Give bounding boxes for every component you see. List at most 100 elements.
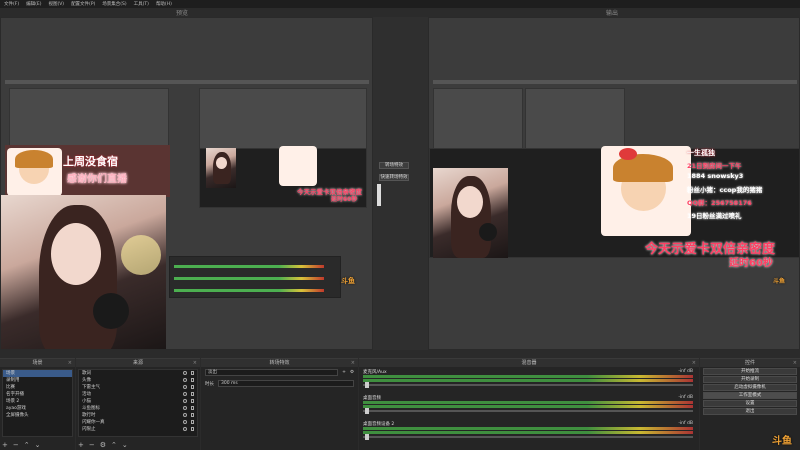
source-item[interactable]: 小猫 (79, 398, 197, 405)
track-db: -inf dB (678, 395, 693, 400)
mixer-track: 桌面音频 -inf dB (363, 395, 693, 414)
sources-title: 来源 (132, 360, 143, 366)
dock-close-icon[interactable]: × (68, 359, 72, 367)
nested-preview (9, 88, 169, 150)
quick-transition-button[interactable]: 快速转场特效 (379, 174, 409, 181)
sources-list: 歌词 头像 下雷主气 活动 小猫 斗鱼图标 歌行时 闪耀你一真 闪限止 (78, 369, 198, 437)
transition-button[interactable]: 转场特效 (379, 162, 409, 169)
add-icon[interactable]: + (2, 441, 8, 449)
remove-icon[interactable]: − (13, 441, 19, 449)
nested-block-a (433, 88, 523, 150)
mixer-track: 麦克风/Aux -inf dB (363, 369, 693, 388)
dock-close-icon[interactable]: × (351, 359, 355, 367)
anime-sticker-left (7, 148, 62, 196)
scene-item[interactable]: 场景 (3, 370, 72, 377)
visibility-icon (183, 378, 187, 382)
menu-view[interactable]: 视图(V) (48, 1, 64, 7)
program-cam (433, 168, 508, 258)
banner-text-2: 感谢你们直播 (67, 174, 127, 185)
track-db: -inf dB (678, 369, 693, 374)
volume-slider[interactable] (363, 434, 693, 440)
sources-dock: 来源 × 歌词 头像 下雷主气 活动 小猫 斗鱼图标 歌行时 闪耀你一真 闪限止 … (76, 358, 200, 450)
source-item[interactable]: 闪耀你一真 (79, 419, 197, 426)
transition-type-select[interactable]: 淡出 (205, 369, 339, 376)
nested-sticker (279, 146, 317, 186)
virtual-camera-button[interactable]: 启动虚拟摄像机 (703, 384, 797, 391)
move-down-icon[interactable]: ⌄ (122, 441, 128, 449)
scenes-list: 场景 录制用 比赛 名字开播 场景 2 ayao游戏 全屏摄像头 (2, 369, 73, 437)
webcam-feed (1, 195, 166, 349)
gear-icon[interactable]: ⚙ (350, 370, 354, 375)
source-item[interactable]: 斗鱼图标 (79, 405, 197, 412)
studio-mode-button[interactable]: 工作室模式 (703, 392, 797, 399)
source-item[interactable]: 活动 (79, 391, 197, 398)
side-text-2: 21日到房间一下午 (687, 162, 742, 170)
dock-close-icon[interactable]: × (692, 359, 696, 367)
visibility-icon (183, 392, 187, 396)
volume-slider[interactable] (363, 382, 693, 388)
preview-title: 预览 (176, 10, 189, 17)
source-item[interactable]: 歌行时 (79, 412, 197, 419)
program-pane: 一生孤独 21日到房间一下午 1884 snowsky3 粉丝小猪：ccop我的… (428, 17, 800, 350)
start-streaming-button[interactable]: 开始推流 (703, 368, 797, 375)
mixer-track: 桌面音频设备 2 -inf dB (363, 421, 693, 440)
t-bar-slider[interactable] (377, 184, 381, 206)
lock-icon (191, 427, 194, 431)
douyu-watermark-preview: 斗鱼 (341, 277, 355, 285)
source-item[interactable]: 头像 (79, 377, 197, 384)
duration-label: 时长 (205, 381, 214, 387)
remove-icon[interactable]: − (89, 441, 95, 449)
lock-icon (191, 399, 194, 403)
move-up-icon[interactable]: ⌃ (24, 441, 30, 449)
nested-block-b (525, 88, 625, 150)
preview-pane[interactable]: 上周没食宿 感谢你们直播 今天示爱卡双倍亲密度 延时60秒 斗鱼 (0, 17, 373, 350)
visibility-icon (183, 427, 187, 431)
program-pink-line-2: 延时60秒 (729, 258, 773, 269)
source-item[interactable]: 歌词 (79, 370, 197, 377)
transitions-title: 转场特效 (269, 360, 290, 366)
menu-scene-collection[interactable]: 场景集合(S) (102, 1, 126, 7)
controls-title: 控件 (744, 360, 755, 366)
exit-button[interactable]: 退出 (703, 408, 797, 415)
menu-help[interactable]: 帮助(H) (156, 1, 172, 7)
scene-item[interactable]: 场景 2 (3, 398, 72, 405)
scene-item[interactable]: 录制用 (3, 377, 72, 384)
lock-icon (191, 413, 194, 417)
lock-icon (191, 378, 194, 382)
start-recording-button[interactable]: 开始录制 (703, 376, 797, 383)
source-item[interactable]: 下雷主气 (79, 384, 197, 391)
menu-tools[interactable]: 工具(T) (134, 1, 149, 7)
nested-toolbar (5, 80, 369, 84)
nested-meters (169, 256, 341, 298)
nested-pink-line-2: 延时60秒 (331, 196, 358, 203)
settings-icon[interactable]: ⚙ (100, 441, 106, 449)
scene-item[interactable]: 名字开播 (3, 391, 72, 398)
scene-item[interactable]: 比赛 (3, 384, 72, 391)
menu-file[interactable]: 文件(F) (4, 1, 19, 7)
dock-close-icon[interactable]: × (793, 359, 797, 367)
move-up-icon[interactable]: ⌃ (111, 441, 117, 449)
transition-column: 转场特效 快速转场特效 (373, 17, 428, 350)
add-icon[interactable]: + (78, 441, 84, 449)
add-icon[interactable]: + (342, 370, 346, 375)
side-text-4: 粉丝小猪：ccop我的猪猪 (687, 186, 763, 194)
dock-close-icon[interactable]: × (193, 359, 197, 367)
menu-profile[interactable]: 配置文件(P) (71, 1, 95, 7)
nested-toolbar-2 (433, 80, 797, 84)
visibility-icon (183, 406, 187, 410)
scene-item[interactable]: 全屏摄像头 (3, 412, 72, 419)
lock-icon (191, 392, 194, 396)
move-down-icon[interactable]: ⌄ (35, 441, 41, 449)
volume-slider[interactable] (363, 408, 693, 414)
lock-icon (191, 406, 194, 410)
visibility-icon (183, 371, 187, 375)
menu-edit[interactable]: 编辑(E) (26, 1, 41, 7)
scenes-title: 场景 (32, 360, 43, 366)
settings-button[interactable]: 设置 (703, 400, 797, 407)
mixer-dock: 混音器 × 麦克风/Aux -inf dB 桌面音频 -inf dB 桌面音频设备… (359, 358, 699, 450)
source-item[interactable]: 闪限止 (79, 426, 197, 433)
duration-input[interactable]: 300 ms (218, 380, 354, 387)
scene-item[interactable]: ayao游戏 (3, 405, 72, 412)
side-text-6: 19日粉丝满过喷礼 (687, 212, 742, 220)
side-text-5: QQ群：256758176 (687, 199, 752, 207)
